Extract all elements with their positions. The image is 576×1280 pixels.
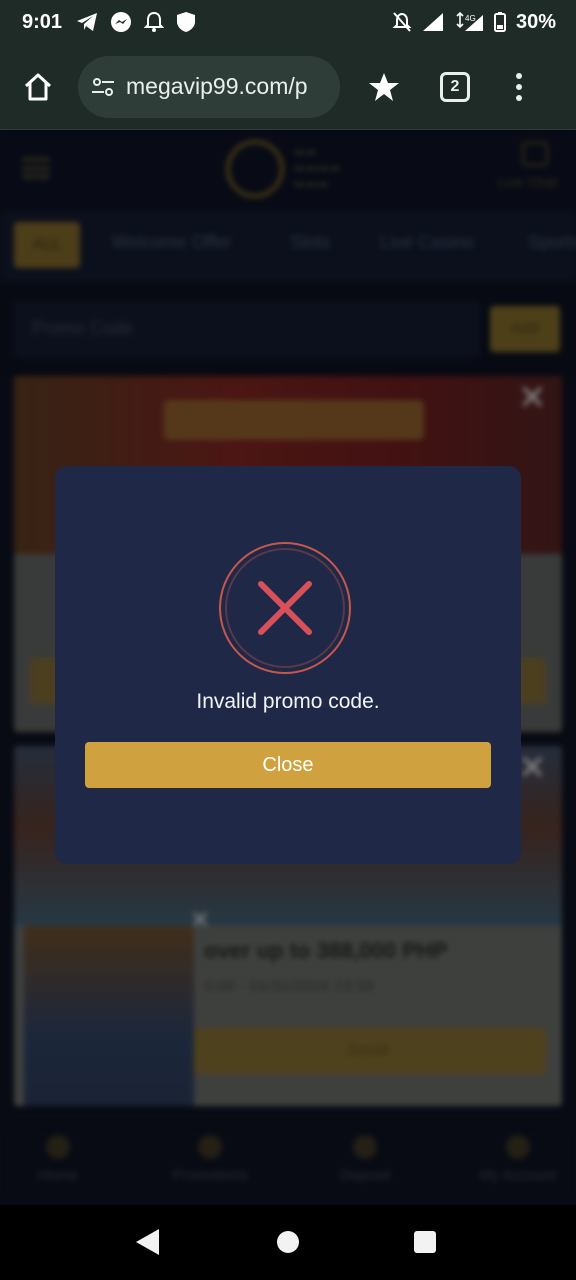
- menu-dot-icon: [516, 83, 522, 90]
- home-icon: [24, 73, 52, 100]
- error-dialog: Invalid promo code. Close: [55, 466, 521, 864]
- error-message: Invalid promo code.: [196, 690, 380, 713]
- status-bar: 9:01 4G 30%: [0, 0, 576, 44]
- error-icon-ring: [219, 542, 351, 674]
- back-icon[interactable]: [136, 1229, 159, 1255]
- browser-toolbar: megavip99.com/p 2: [0, 44, 576, 130]
- shield-icon: [177, 12, 196, 32]
- menu-dot-icon: [516, 94, 522, 101]
- mute-bell-icon: [392, 12, 412, 32]
- system-nav-bar: [0, 1205, 576, 1280]
- notification-icons: [76, 11, 196, 33]
- telegram-icon: [77, 13, 98, 31]
- site-settings-icon: [92, 77, 114, 96]
- error-x-icon: [258, 581, 312, 635]
- browser-home-button[interactable]: [16, 65, 60, 109]
- status-time: 9:01: [22, 10, 63, 33]
- screen: 9:01 4G 30% megavip99.com/p 2 ▬▬ ▬▬▬▬ ▬▬…: [0, 0, 576, 1280]
- star-icon: [369, 72, 399, 101]
- url-text: megavip99.com/p: [126, 73, 308, 99]
- menu-dot-icon: [516, 72, 522, 79]
- bell-icon: [144, 11, 165, 32]
- recent-apps-icon[interactable]: [414, 1231, 436, 1253]
- messenger-icon: [111, 12, 132, 32]
- svg-text:4G: 4G: [465, 14, 476, 23]
- home-circle-icon[interactable]: [277, 1231, 299, 1253]
- browser-menu-button[interactable]: [516, 72, 522, 101]
- bookmark-button[interactable]: [362, 65, 406, 109]
- status-right: 4G 30%: [392, 11, 556, 34]
- close-button[interactable]: Close: [85, 742, 491, 788]
- signal-icon: [422, 13, 443, 31]
- address-bar[interactable]: megavip99.com/p: [78, 55, 340, 118]
- battery-percent: 30%: [515, 10, 556, 33]
- battery-icon: [493, 12, 506, 32]
- tab-switcher-button[interactable]: 2: [440, 71, 470, 102]
- network-4g-icon: 4G: [456, 12, 483, 31]
